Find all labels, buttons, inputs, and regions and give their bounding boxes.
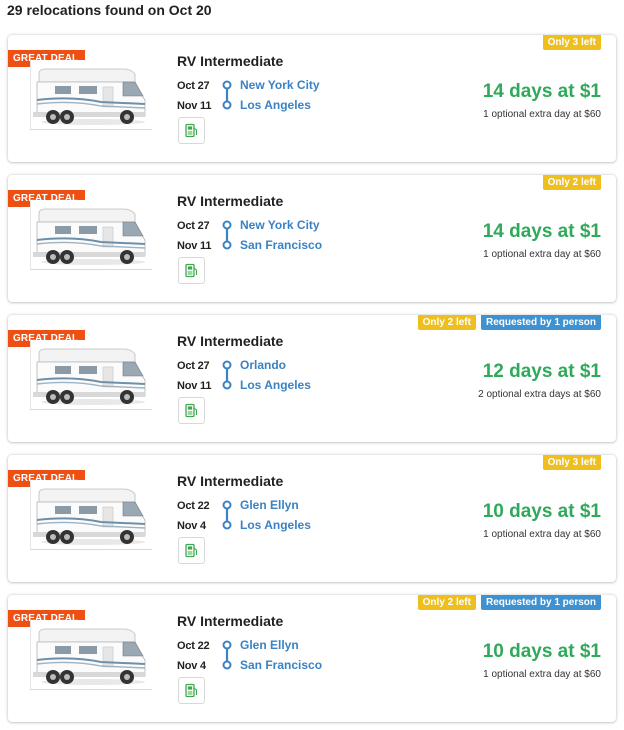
fuel-pump-icon[interactable]	[178, 117, 205, 144]
start-date: Oct 27	[177, 80, 210, 92]
relocation-card[interactable]: GREAT DEAL RV Intermediate Oct 22 Nov 4 …	[8, 455, 616, 582]
relocation-card[interactable]: GREAT DEAL RV Intermediate Oct 22 Nov 4 …	[8, 595, 616, 722]
fuel-pump-icon[interactable]	[178, 257, 205, 284]
price: 10 days at $1	[482, 641, 601, 662]
extra-days-note: 2 optional extra days at $60	[478, 389, 601, 400]
dates: Oct 22 Nov 4	[177, 640, 217, 680]
start-date: Oct 27	[177, 360, 210, 372]
rv-motorhome-image	[30, 60, 152, 130]
route-cities: New York City Los Angeles	[240, 79, 320, 119]
route-line-icon	[221, 640, 233, 670]
destination-city[interactable]: Los Angeles	[240, 379, 311, 399]
relocation-card[interactable]: GREAT DEAL RV Intermediate Oct 27 Nov 11…	[8, 35, 616, 162]
availability-tags: Only 2 left Requested by 1 person	[417, 595, 601, 610]
start-date: Oct 22	[177, 640, 210, 652]
extra-days-note: 1 optional extra day at $60	[483, 249, 601, 260]
vehicle-type: RV Intermediate	[177, 613, 284, 629]
fuel-pump-icon[interactable]	[178, 397, 205, 424]
destination-city[interactable]: San Francisco	[240, 659, 322, 679]
price: 12 days at $1	[482, 361, 601, 382]
rv-motorhome-image	[30, 620, 152, 690]
only-left-tag: Only 3 left	[542, 35, 601, 50]
only-left-tag: Only 2 left	[417, 595, 476, 610]
only-left-tag: Only 3 left	[542, 455, 601, 470]
dates: Oct 27 Nov 11	[177, 360, 217, 400]
route-cities: Orlando Los Angeles	[240, 359, 311, 399]
relocation-list: GREAT DEAL RV Intermediate Oct 27 Nov 11…	[8, 35, 616, 730]
origin-city[interactable]: Glen Ellyn	[240, 499, 311, 519]
rv-motorhome-image	[30, 200, 152, 270]
route-line-icon	[221, 500, 233, 530]
origin-city[interactable]: Glen Ellyn	[240, 639, 322, 659]
route-cities: Glen Ellyn Los Angeles	[240, 499, 311, 539]
relocation-card[interactable]: GREAT DEAL RV Intermediate Oct 27 Nov 11…	[8, 175, 616, 302]
vehicle-type: RV Intermediate	[177, 193, 284, 209]
destination-city[interactable]: San Francisco	[240, 239, 322, 259]
vehicle-type: RV Intermediate	[177, 333, 284, 349]
fuel-pump-icon[interactable]	[178, 537, 205, 564]
relocation-card[interactable]: GREAT DEAL RV Intermediate Oct 27 Nov 11…	[8, 315, 616, 442]
origin-city[interactable]: New York City	[240, 79, 320, 99]
requested-tag: Requested by 1 person	[480, 315, 601, 330]
availability-tags: Only 2 left	[542, 175, 601, 190]
fuel-pump-icon[interactable]	[178, 677, 205, 704]
dates: Oct 22 Nov 4	[177, 500, 217, 540]
start-date: Oct 27	[177, 220, 210, 232]
rv-motorhome-image	[30, 480, 152, 550]
origin-city[interactable]: New York City	[240, 219, 322, 239]
price: 10 days at $1	[482, 501, 601, 522]
destination-city[interactable]: Los Angeles	[240, 99, 320, 119]
route-line-icon	[221, 80, 233, 110]
route-cities: New York City San Francisco	[240, 219, 322, 259]
vehicle-type: RV Intermediate	[177, 53, 284, 69]
price: 14 days at $1	[482, 221, 601, 242]
availability-tags: Only 3 left	[542, 35, 601, 50]
dates: Oct 27 Nov 11	[177, 80, 217, 120]
start-date: Oct 22	[177, 500, 210, 512]
origin-city[interactable]: Orlando	[240, 359, 311, 379]
dates: Oct 27 Nov 11	[177, 220, 217, 260]
price: 14 days at $1	[482, 81, 601, 102]
extra-days-note: 1 optional extra day at $60	[483, 109, 601, 120]
availability-tags: Only 3 left	[542, 455, 601, 470]
only-left-tag: Only 2 left	[417, 315, 476, 330]
extra-days-note: 1 optional extra day at $60	[483, 529, 601, 540]
route-cities: Glen Ellyn San Francisco	[240, 639, 322, 679]
destination-city[interactable]: Los Angeles	[240, 519, 311, 539]
only-left-tag: Only 2 left	[542, 175, 601, 190]
results-summary: 29 relocations found on Oct 20	[7, 2, 212, 18]
vehicle-type: RV Intermediate	[177, 473, 284, 489]
availability-tags: Only 2 left Requested by 1 person	[417, 315, 601, 330]
route-line-icon	[221, 360, 233, 390]
route-line-icon	[221, 220, 233, 250]
requested-tag: Requested by 1 person	[480, 595, 601, 610]
rv-motorhome-image	[30, 340, 152, 410]
extra-days-note: 1 optional extra day at $60	[483, 669, 601, 680]
